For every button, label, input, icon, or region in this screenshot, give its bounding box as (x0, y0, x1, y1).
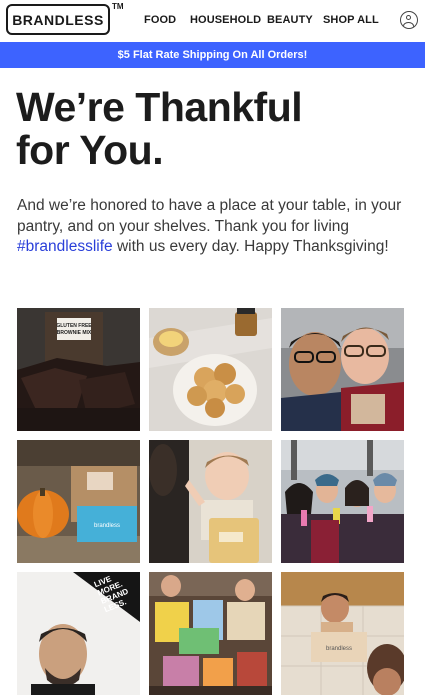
box-label: brandless (94, 523, 120, 529)
photo-selfie-couple[interactable] (281, 308, 404, 431)
nav-beauty[interactable]: BEAUTY (267, 0, 313, 40)
box-text-2: BROWNIE MIX (57, 330, 92, 336)
box-text-1: GLUTEN FREE (56, 323, 92, 329)
intro-text-end: with us every day. Happy Thanksgiving! (112, 238, 389, 255)
photo-pumpkin-boxes[interactable]: brandless (17, 440, 140, 563)
nav-household[interactable]: HOUSEHOLD (190, 0, 261, 40)
box-label: brandless (326, 646, 352, 652)
hashtag-link[interactable]: #brandlesslife (17, 238, 113, 255)
page-title: We’re Thankful for You. (16, 86, 416, 172)
photo-kids-with-boxes[interactable] (149, 572, 272, 695)
brandless-logo[interactable]: BRANDLESS (6, 4, 110, 35)
photo-baby-with-bag[interactable] (149, 440, 272, 563)
shipping-promo-banner[interactable]: $5 Flat Rate Shipping On All Orders! (0, 42, 425, 68)
intro-paragraph: And we’re honored to have a place at you… (17, 196, 412, 258)
nav-food[interactable]: FOOD (144, 0, 176, 40)
user-circle-icon[interactable] (400, 11, 418, 29)
intro-text-start: And we’re honored to have a place at you… (17, 197, 402, 235)
title-line-1: We’re Thankful (16, 84, 303, 130)
photo-toddler-with-box[interactable]: brandless (281, 572, 404, 695)
photo-group[interactable] (281, 440, 404, 563)
logo-text: BRANDLESS (12, 11, 104, 28)
photo-brownies[interactable]: GLUTEN FREE BROWNIE MIX (17, 308, 140, 431)
photo-pancakes[interactable] (149, 308, 272, 431)
title-line-2: for You. (16, 127, 164, 173)
trademark-mark: TM (112, 2, 124, 11)
site-header: BRANDLESS TM FOOD HOUSEHOLD BEAUTY SHOP … (0, 0, 425, 40)
nav-shop-all[interactable]: SHOP ALL (323, 0, 379, 40)
promo-text: $5 Flat Rate Shipping On All Orders! (117, 49, 308, 61)
photo-grid: GLUTEN FREE BROWNIE MIX brandless LIVE M… (17, 308, 404, 698)
photo-man-with-sign[interactable]: LIVE MORE. BRAND LESS. (17, 572, 140, 695)
